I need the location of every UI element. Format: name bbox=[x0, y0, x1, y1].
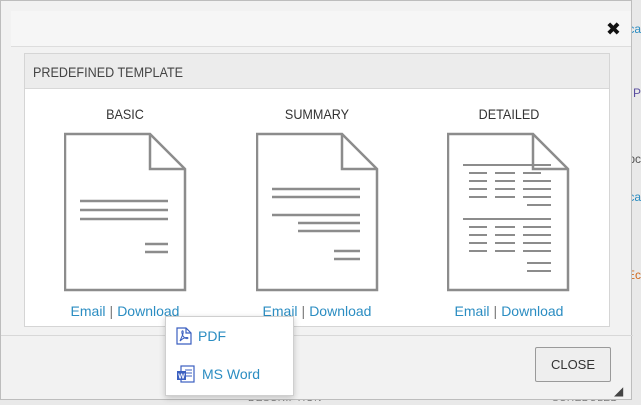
email-link[interactable]: Email bbox=[71, 303, 106, 319]
template-title-detailed: DETAILED bbox=[478, 106, 540, 122]
close-button[interactable]: CLOSE bbox=[535, 347, 611, 382]
section-title: PREDEFINED TEMPLATE bbox=[33, 64, 184, 80]
download-link[interactable]: Download bbox=[501, 303, 563, 319]
separator: | bbox=[493, 303, 498, 319]
separator: | bbox=[109, 303, 114, 319]
modal-header: ✖ bbox=[11, 11, 631, 47]
word-document-icon: W bbox=[177, 365, 195, 383]
close-icon[interactable]: ✖ bbox=[606, 21, 621, 39]
panel-header: PREDEFINED TEMPLATE bbox=[25, 54, 609, 89]
menu-item-label: MS Word bbox=[202, 366, 261, 382]
background-text-fragment: P bbox=[632, 86, 641, 100]
pdf-icon bbox=[176, 327, 192, 345]
email-link[interactable]: Email bbox=[455, 303, 490, 319]
menu-item-pdf[interactable]: PDF bbox=[176, 327, 226, 345]
download-link[interactable]: Download bbox=[309, 303, 371, 319]
basic-document-icon bbox=[64, 132, 187, 292]
template-title-summary: SUMMARY bbox=[284, 106, 350, 122]
svg-text:W: W bbox=[178, 374, 185, 381]
detailed-actions: Email | Download bbox=[429, 303, 589, 319]
footer-divider bbox=[1, 335, 633, 336]
menu-item-label: PDF bbox=[198, 328, 226, 344]
template-modal: ✖ PREDEFINED TEMPLATE BASIC Email | Downlo… bbox=[0, 0, 633, 400]
detailed-document-icon bbox=[447, 132, 570, 292]
menu-item-ms-word[interactable]: W MS Word bbox=[176, 365, 260, 383]
summary-document-icon bbox=[256, 132, 379, 292]
download-format-menu: PDF W MS Word bbox=[165, 316, 294, 396]
separator: | bbox=[301, 303, 306, 319]
resize-handle-icon[interactable]: ◢ bbox=[614, 384, 623, 398]
template-title-basic: BASIC bbox=[106, 106, 144, 122]
